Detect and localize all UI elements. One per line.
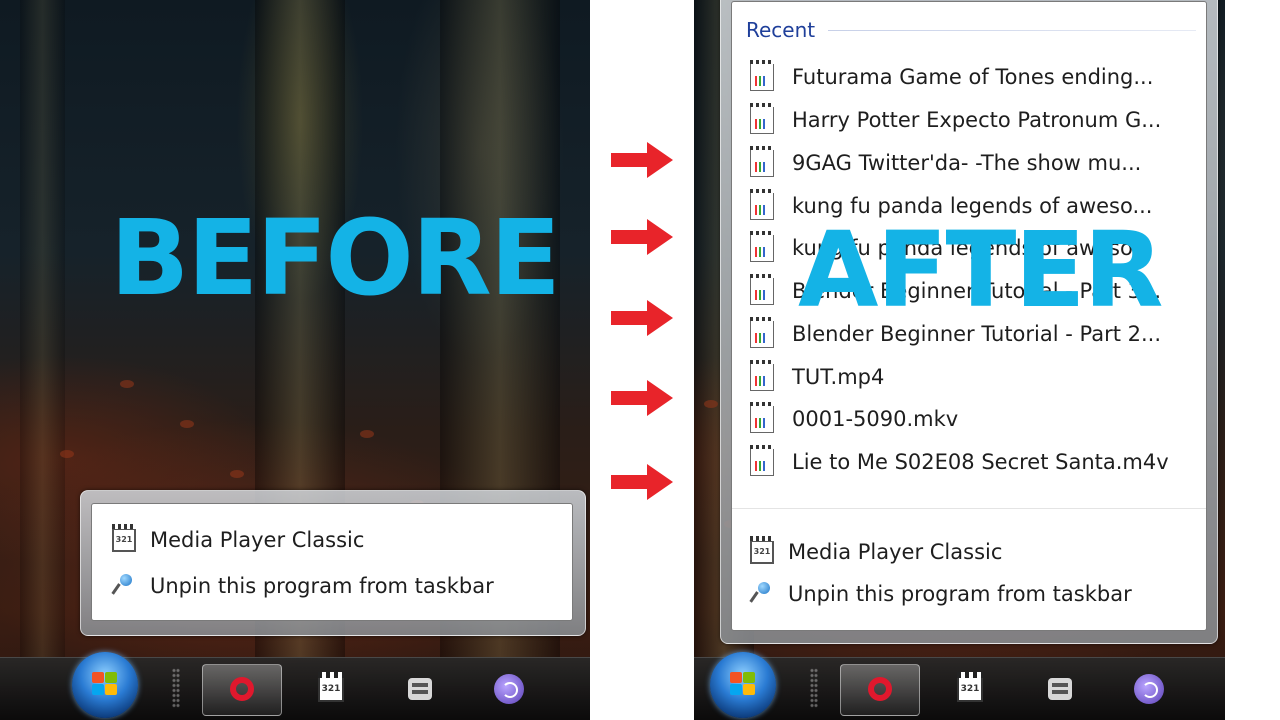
- recent-item-label: 9GAG Twitter'da- -The show mu...: [792, 151, 1142, 175]
- red-arrow-icon: [611, 298, 673, 338]
- recent-item[interactable]: 9GAG Twitter'da- -The show mu...: [732, 143, 1206, 183]
- media-player-classic-icon: 321: [112, 524, 136, 552]
- unpin-icon: [750, 582, 774, 606]
- windows-logo-icon: [730, 672, 756, 696]
- video-file-icon: [750, 360, 774, 391]
- after-label: AFTER: [798, 209, 1164, 331]
- video-file-icon: [750, 445, 774, 476]
- opera-icon: [230, 677, 254, 701]
- tasks-divider: [732, 508, 1206, 509]
- before-label: BEFORE: [110, 197, 561, 319]
- unpin-icon: [112, 574, 136, 598]
- recent-item[interactable]: Futurama Game of Tones ending...: [732, 57, 1206, 97]
- taskbar-button-opera[interactable]: [840, 664, 920, 716]
- jump-list-before-body: 321 Media Player Classic Unpin this prog…: [91, 503, 573, 621]
- menu-item-label: Unpin this program from taskbar: [150, 574, 494, 598]
- opera-icon: [868, 677, 892, 701]
- after-screenshot: Recent Futurama Game of Tones ending... …: [694, 0, 1225, 720]
- windows-logo-icon: [92, 672, 118, 696]
- menu-item-label: Media Player Classic: [788, 540, 1003, 564]
- video-file-icon: [750, 317, 774, 348]
- taskbar-gripper: [172, 668, 180, 708]
- taskbar-gripper: [810, 668, 818, 708]
- menu-item-media-player-classic[interactable]: 321 Media Player Classic: [732, 532, 1206, 572]
- menu-item-media-player-classic[interactable]: 321 Media Player Classic: [92, 520, 572, 560]
- menu-item-unpin[interactable]: Unpin this program from taskbar: [92, 566, 572, 606]
- red-arrow-icon: [611, 378, 673, 418]
- recent-item-label: TUT.mp4: [792, 365, 885, 389]
- windows-start-orb[interactable]: [710, 652, 776, 718]
- media-player-classic-icon[interactable]: 321: [957, 672, 983, 702]
- red-arrow-icon: [611, 462, 673, 502]
- globe-icon[interactable]: [494, 674, 524, 704]
- video-file-icon: [750, 189, 774, 220]
- header-divider: [828, 30, 1196, 31]
- video-file-icon: [750, 146, 774, 177]
- windows-start-orb[interactable]: [72, 652, 138, 718]
- before-screenshot: BEFORE 321 Media Player Classic Unpin th…: [0, 0, 590, 720]
- menu-item-label: Media Player Classic: [150, 528, 365, 552]
- video-file-icon: [750, 231, 774, 262]
- jump-list-before: 321 Media Player Classic Unpin this prog…: [80, 490, 586, 636]
- globe-icon[interactable]: [1134, 674, 1164, 704]
- taskbar-button-opera[interactable]: [202, 664, 282, 716]
- red-arrow-icon: [611, 217, 673, 257]
- video-file-icon: [750, 103, 774, 134]
- video-file-icon: [750, 60, 774, 91]
- recent-item-label: Futurama Game of Tones ending...: [792, 65, 1154, 89]
- recent-item[interactable]: Harry Potter Expecto Patronum G...: [732, 100, 1206, 140]
- recent-item[interactable]: Lie to Me S02E08 Secret Santa.m4v: [732, 442, 1206, 482]
- menu-item-label: Unpin this program from taskbar: [788, 582, 1132, 606]
- video-file-icon: [750, 274, 774, 305]
- app-icon[interactable]: [1048, 678, 1072, 700]
- video-file-icon: [750, 402, 774, 433]
- red-arrow-icon: [611, 140, 673, 180]
- menu-item-unpin[interactable]: Unpin this program from taskbar: [732, 574, 1206, 614]
- media-player-classic-icon[interactable]: 321: [318, 672, 344, 702]
- taskbar: 321: [0, 652, 590, 720]
- recent-header: Recent: [746, 18, 816, 42]
- recent-item-label: Harry Potter Expecto Patronum G...: [792, 108, 1162, 132]
- recent-item[interactable]: 0001-5090.mkv: [732, 399, 1206, 439]
- taskbar: 321: [694, 652, 1225, 720]
- recent-item-label: Lie to Me S02E08 Secret Santa.m4v: [792, 450, 1169, 474]
- recent-item[interactable]: TUT.mp4: [732, 357, 1206, 397]
- app-icon[interactable]: [408, 678, 432, 700]
- recent-item-label: 0001-5090.mkv: [792, 407, 959, 431]
- media-player-classic-icon: 321: [750, 536, 774, 564]
